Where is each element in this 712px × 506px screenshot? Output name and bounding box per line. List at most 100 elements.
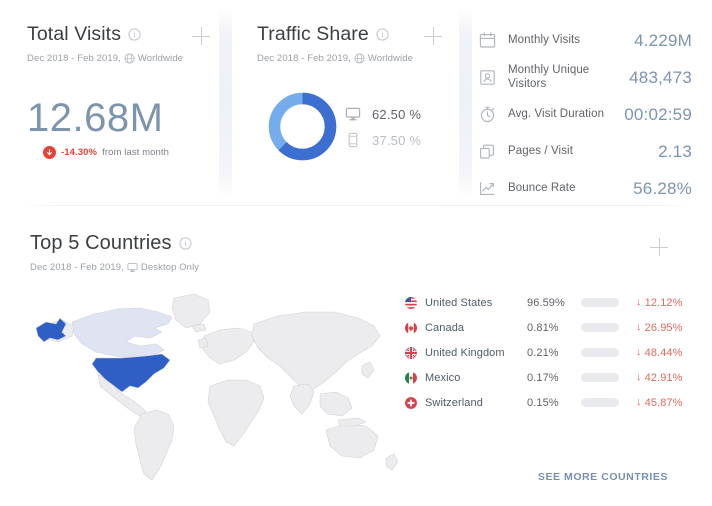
arrow-down-circle-icon bbox=[43, 146, 56, 159]
metric-label-avg-visit-duration: Avg. Visit Duration bbox=[508, 107, 605, 120]
map-region-alaska bbox=[35, 317, 67, 343]
country-share: 0.15% bbox=[527, 396, 559, 409]
arrow-down-icon: ↓ bbox=[636, 296, 642, 308]
legend-mobile-value: 37.50 % bbox=[372, 132, 422, 148]
summary-panels-row: Total Visits Dec 2018 - Feb 2019, Worldw… bbox=[0, 0, 712, 205]
top-countries-list: United States 96.59% ↓ 12.12% Canada 0.8… bbox=[405, 290, 685, 415]
traffic-share-header: Traffic Share Dec 2018 - Feb 2019, World… bbox=[257, 23, 413, 64]
country-name: Switzerland bbox=[425, 396, 483, 409]
country-share-bar bbox=[581, 298, 619, 307]
country-share-bar bbox=[581, 323, 619, 332]
map-region-europe bbox=[201, 327, 255, 365]
info-circle-icon[interactable] bbox=[128, 28, 141, 41]
top-countries-scope: Desktop Only bbox=[140, 262, 200, 273]
world-map[interactable] bbox=[22, 274, 412, 496]
map-region-india bbox=[289, 383, 315, 415]
pages-icon bbox=[478, 142, 497, 161]
country-change-value: 42.91% bbox=[644, 371, 683, 384]
map-region-indonesia bbox=[337, 417, 367, 427]
analytics-dashboard: Total Visits Dec 2018 - Feb 2019, Worldw… bbox=[0, 0, 712, 506]
flag-gb-icon bbox=[405, 346, 417, 359]
table-row[interactable]: Canada 0.81% ↓ 26.95% bbox=[405, 315, 685, 340]
map-country-canada bbox=[71, 307, 173, 359]
country-share: 0.17% bbox=[527, 371, 559, 384]
table-row[interactable]: United Kingdom 0.21% ↓ 48.44% bbox=[405, 340, 685, 365]
key-metrics-panel: Monthly Visits 4.229M Monthly Unique Vis… bbox=[464, 0, 712, 205]
country-share-bar bbox=[581, 398, 619, 407]
country-change-value: 12.12% bbox=[644, 296, 683, 309]
traffic-share-title: Traffic Share bbox=[257, 23, 369, 45]
metric-row-monthly-visits: Monthly Visits 4.229M bbox=[478, 22, 692, 59]
desktop-icon bbox=[127, 262, 138, 273]
see-more-countries-link[interactable]: SEE MORE COUNTRIES bbox=[538, 471, 668, 483]
country-change: ↓ 42.91% bbox=[636, 372, 683, 384]
country-change-value: 26.95% bbox=[644, 321, 683, 334]
map-region-asia bbox=[251, 311, 381, 391]
country-share-bar bbox=[581, 373, 619, 382]
flag-ca-icon bbox=[405, 321, 417, 334]
legend-item-desktop: 62.50 % bbox=[345, 106, 421, 122]
top-countries-header: Top 5 Countries Dec 2018 - Feb 2019, Des… bbox=[30, 232, 199, 273]
metric-label-pages-per-visit: Pages / Visit bbox=[508, 144, 574, 157]
add-total-visits-widget-button[interactable] bbox=[192, 27, 210, 45]
total-visits-delta-label: from last month bbox=[102, 147, 170, 158]
map-region-south-america bbox=[133, 409, 175, 481]
globe-icon bbox=[354, 53, 365, 64]
country-share: 0.81% bbox=[527, 321, 559, 334]
metric-row-avg-visit-duration: Avg. Visit Duration 00:02:59 bbox=[478, 96, 692, 133]
country-share: 96.59% bbox=[527, 296, 565, 309]
traffic-share-title-row: Traffic Share bbox=[257, 23, 413, 46]
country-change: ↓ 12.12% bbox=[636, 297, 683, 309]
country-change: ↓ 26.95% bbox=[636, 322, 683, 334]
top-countries-title: Top 5 Countries bbox=[30, 232, 172, 254]
info-circle-icon[interactable] bbox=[376, 28, 389, 41]
metric-label-monthly-visits: Monthly Visits bbox=[508, 33, 581, 46]
add-top-countries-widget-button[interactable] bbox=[650, 238, 668, 256]
traffic-share-panel: Traffic Share Dec 2018 - Feb 2019, World… bbox=[232, 0, 464, 205]
map-region-africa bbox=[207, 379, 265, 447]
total-visits-delta-value: -14.30% bbox=[61, 147, 98, 158]
metric-row-monthly-unique-visitors: Monthly Unique Visitors 483,473 bbox=[478, 59, 692, 96]
country-name: United States bbox=[425, 296, 493, 309]
flag-mx-icon bbox=[405, 371, 417, 384]
mobile-icon bbox=[345, 132, 361, 148]
metric-value-avg-visit-duration: 00:02:59 bbox=[624, 104, 692, 124]
map-region-australia bbox=[325, 423, 379, 459]
top-countries-subtitle: Dec 2018 - Feb 2019, Desktop Only bbox=[30, 262, 199, 273]
total-visits-value: 12.68M bbox=[27, 96, 164, 140]
traffic-share-subtitle: Dec 2018 - Feb 2019, Worldwide bbox=[257, 53, 413, 64]
metric-label-monthly-unique-visitors: Monthly Unique Visitors bbox=[508, 63, 590, 90]
info-circle-icon[interactable] bbox=[178, 237, 192, 250]
total-visits-scope: Worldwide bbox=[137, 53, 183, 64]
metric-row-bounce-rate: Bounce Rate 56.28% bbox=[478, 170, 692, 207]
key-metrics-list: Monthly Visits 4.229M Monthly Unique Vis… bbox=[478, 22, 692, 207]
top-countries-title-row: Top 5 Countries bbox=[30, 232, 199, 255]
add-traffic-share-widget-button[interactable] bbox=[424, 27, 442, 45]
metric-value-monthly-visits: 4.229M bbox=[634, 30, 692, 50]
metric-value-bounce-rate: 56.28% bbox=[633, 178, 692, 198]
traffic-share-legend: 62.50 % 37.50 % bbox=[345, 106, 421, 148]
table-row[interactable]: United States 96.59% ↓ 12.12% bbox=[405, 290, 685, 315]
country-share-bar bbox=[581, 348, 619, 357]
map-region-uk bbox=[197, 337, 209, 349]
total-visits-title: Total Visits bbox=[27, 23, 122, 45]
country-change-value: 45.87% bbox=[644, 396, 683, 409]
flag-us-icon bbox=[405, 296, 417, 309]
top-countries-panel: Top 5 Countries Dec 2018 - Feb 2019, Des… bbox=[0, 206, 712, 506]
stopwatch-icon bbox=[478, 105, 497, 124]
table-row[interactable]: Mexico 0.17% ↓ 42.91% bbox=[405, 365, 685, 390]
metric-row-pages-per-visit: Pages / Visit 2.13 bbox=[478, 133, 692, 170]
country-change: ↓ 45.87% bbox=[636, 397, 683, 409]
map-region-new-zealand bbox=[385, 453, 399, 471]
country-name: Mexico bbox=[425, 371, 461, 384]
calendar-icon bbox=[478, 31, 497, 50]
country-share: 0.21% bbox=[527, 346, 559, 359]
flag-ch-icon bbox=[405, 396, 417, 409]
traffic-share-donut-chart bbox=[264, 88, 341, 165]
map-region-southeast-asia bbox=[319, 391, 353, 417]
traffic-share-date-range: Dec 2018 - Feb 2019, bbox=[257, 53, 351, 64]
total-visits-header: Total Visits Dec 2018 - Feb 2019, Worldw… bbox=[27, 23, 183, 64]
table-row[interactable]: Switzerland 0.15% ↓ 45.87% bbox=[405, 390, 685, 415]
panel-divider-1 bbox=[219, 6, 232, 199]
globe-icon bbox=[124, 53, 135, 64]
